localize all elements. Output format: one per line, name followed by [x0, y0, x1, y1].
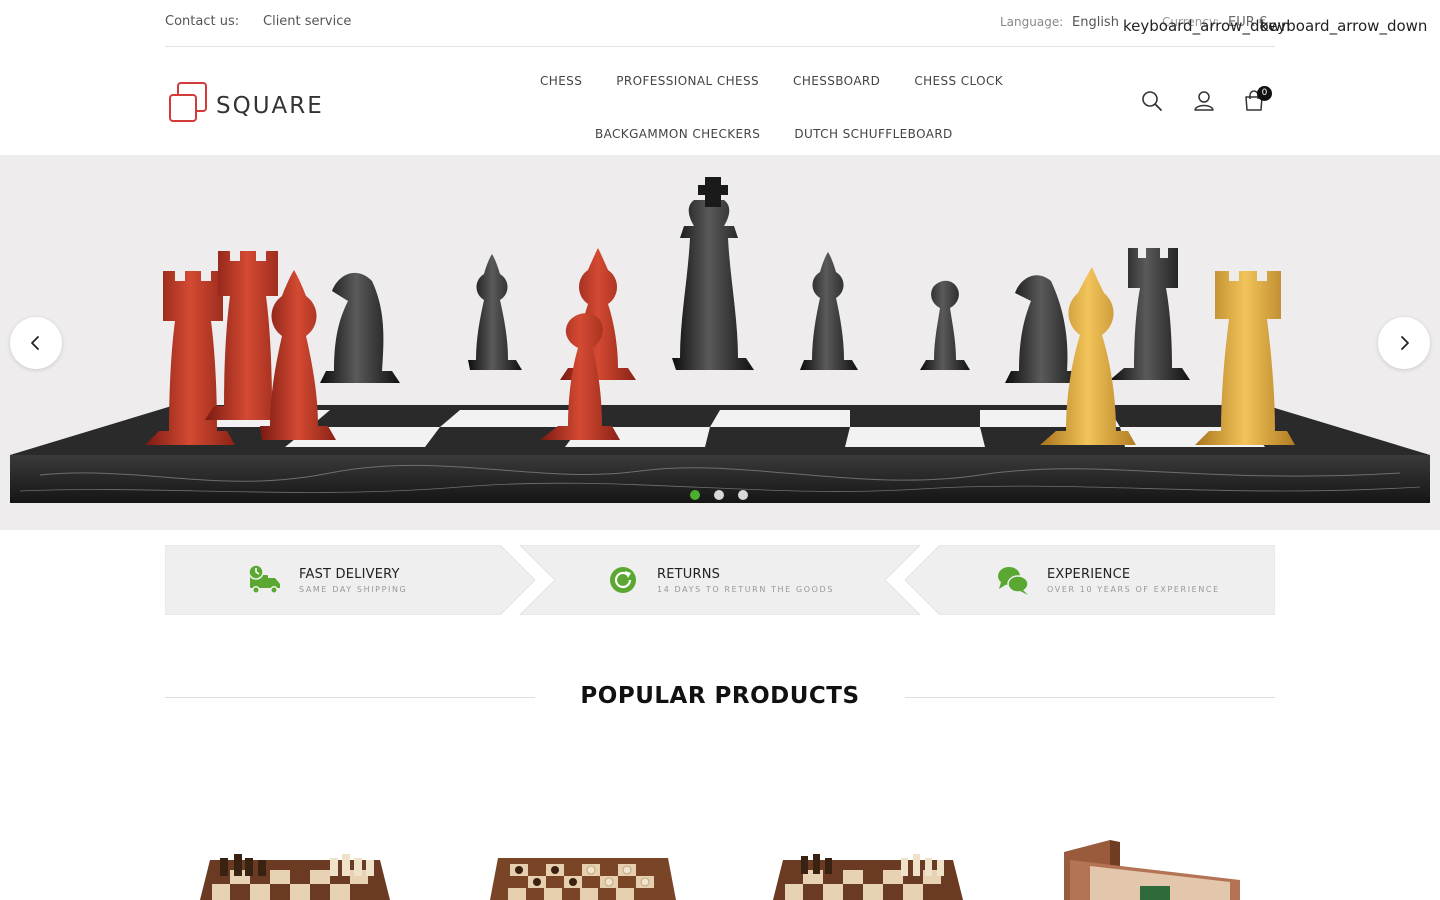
client-service-link[interactable]: Client service	[263, 14, 351, 29]
hero-slider	[0, 155, 1440, 530]
product-image	[773, 854, 963, 900]
slider-dot[interactable]	[690, 490, 700, 500]
chat-bubbles-icon	[998, 567, 1029, 595]
product-image	[490, 858, 676, 900]
nav-row-1: CHESS PROFESSIONAL CHESS CHESSBOARD CHESS C…	[540, 70, 1037, 89]
slider-dot[interactable]	[738, 490, 748, 500]
contact-label: Contact us:	[165, 14, 240, 29]
feature-title: EXPERIENCE	[1047, 566, 1131, 582]
truck-icon	[248, 564, 280, 594]
top-bar: Contact us: Client service Language: Eng…	[165, 0, 1275, 47]
feature-subtitle: SAME DAY SHIPPING	[299, 584, 408, 594]
popular-products-heading: POPULAR PRODUCTS	[165, 683, 1275, 713]
feature-subtitle: 14 DAYS TO RETURN THE GOODS	[657, 584, 835, 594]
features-strip: FAST DELIVERY SAME DAY SHIPPING RETURNS …	[165, 545, 1275, 615]
search-icon[interactable]	[1140, 89, 1164, 113]
product-card[interactable]	[1050, 820, 1260, 900]
site-logo[interactable]: SQUARE	[168, 80, 343, 124]
logo-mark-icon	[169, 82, 207, 122]
feature-title: FAST DELIVERY	[299, 566, 400, 582]
chess-set-banner-image	[0, 155, 1440, 530]
nav-item-professional-chess[interactable]: PROFESSIONAL CHESS	[616, 74, 759, 88]
chevron-right-icon	[1401, 336, 1409, 350]
slider-dot[interactable]	[714, 490, 724, 500]
nav-item-chess[interactable]: CHESS	[540, 74, 582, 88]
feature-returns: RETURNS 14 DAYS TO RETURN THE GOODS	[605, 545, 834, 615]
language-label: Language:	[1000, 15, 1064, 29]
nav-item-chessboard[interactable]: CHESSBOARD	[793, 74, 880, 88]
feature-subtitle: OVER 10 YEARS OF EXPERIENCE	[1047, 584, 1220, 594]
feature-fast-delivery: FAST DELIVERY SAME DAY SHIPPING	[247, 545, 407, 615]
product-card[interactable]	[763, 820, 973, 900]
chevron-left-icon	[31, 336, 39, 350]
slider-prev-button[interactable]	[10, 317, 62, 369]
cart-count-badge: 0	[1257, 86, 1272, 101]
nav-item-dutch-schuffleboard[interactable]: DUTCH SCHUFFLEBOARD	[794, 127, 952, 141]
nav-row-2: BACKGAMMON CHECKERS DUTCH SCHUFFLEBOARD	[595, 123, 987, 142]
nav-item-chess-clock[interactable]: CHESS CLOCK	[914, 74, 1003, 88]
language-selector[interactable]: English	[1072, 15, 1119, 30]
slider-pagination	[690, 490, 748, 500]
feature-title: RETURNS	[657, 566, 721, 582]
slider-next-button[interactable]	[1378, 317, 1430, 369]
currency-dropdown-arrow-icon[interactable]: keyboard_arrow_down	[1260, 17, 1427, 35]
product-card[interactable]	[478, 820, 688, 900]
feature-experience: EXPERIENCE OVER 10 YEARS OF EXPERIENCE	[995, 545, 1220, 615]
refresh-icon	[610, 567, 636, 593]
logo-text: SQUARE	[216, 93, 324, 119]
product-image	[1064, 840, 1240, 900]
product-image	[200, 854, 390, 900]
nav-item-backgammon-checkers[interactable]: BACKGAMMON CHECKERS	[595, 127, 760, 141]
product-card[interactable]	[190, 820, 400, 900]
section-title: POPULAR PRODUCTS	[580, 683, 860, 709]
user-icon[interactable]	[1192, 89, 1216, 113]
